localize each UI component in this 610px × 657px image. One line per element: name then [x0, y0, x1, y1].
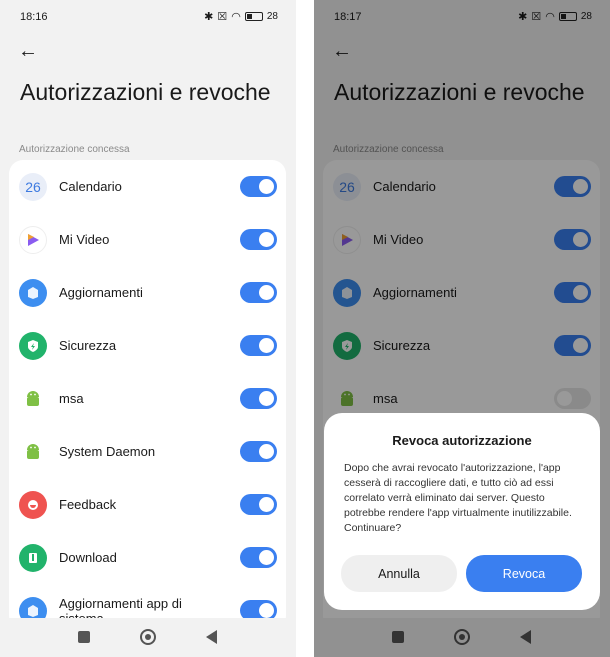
list-item-aggiornamenti[interactable]: Aggiornamenti	[9, 266, 286, 319]
permission-toggle[interactable]	[240, 388, 277, 409]
mi-video-icon	[19, 225, 47, 254]
battery-icon	[244, 12, 263, 21]
back-triangle-icon[interactable]	[206, 630, 217, 644]
list-item-mi-video[interactable]: Mi Video	[9, 213, 286, 266]
home-icon[interactable]	[140, 629, 156, 645]
android-icon	[19, 438, 47, 466]
list-item-download[interactable]: Download	[9, 531, 286, 584]
navigation-bar	[0, 618, 296, 657]
list-item-calendario[interactable]: 26 Calendario	[9, 160, 286, 213]
permission-toggle[interactable]	[240, 229, 277, 250]
permission-toggle[interactable]	[240, 547, 277, 568]
dialog-message: Dopo che avrai revocato l'autorizzazione…	[344, 462, 572, 534]
permission-toggle[interactable]	[240, 176, 277, 197]
permission-toggle[interactable]	[240, 441, 277, 462]
status-bar: 18:16 ✱ ☒ ◠ 28	[0, 8, 296, 28]
security-icon	[19, 331, 47, 360]
permission-toggle[interactable]	[240, 335, 277, 356]
status-icons: ✱ ☒ ◠ 28	[204, 10, 278, 23]
bluetooth-icon: ✱	[204, 11, 214, 23]
list-item-feedback[interactable]: Feedback	[9, 478, 286, 531]
screen-right: 18:17 ✱ ☒ ◠ 28 ← Autorizzazioni e revoch…	[314, 0, 610, 657]
revoke-button[interactable]: Revoca	[466, 555, 582, 592]
recents-icon[interactable]	[78, 631, 90, 643]
cancel-button[interactable]: Annulla	[341, 555, 457, 592]
wifi-icon: ◠	[231, 11, 241, 23]
permission-toggle[interactable]	[240, 494, 277, 515]
app-label: Aggiornamenti	[59, 285, 143, 300]
app-label: Download	[59, 550, 117, 565]
calendar-icon: 26	[19, 172, 47, 201]
feedback-icon	[19, 490, 47, 519]
dialog-title: Revoca autorizzazione	[392, 433, 532, 448]
permission-toggle[interactable]	[240, 282, 277, 303]
app-list: 26 Calendario Mi Video Aggiornamenti Sic…	[9, 160, 286, 630]
section-header: Autorizzazione concessa	[19, 144, 130, 155]
revoke-dialog: Revoca autorizzazione Dopo che avrai rev…	[324, 413, 600, 610]
status-time: 18:16	[20, 11, 48, 23]
updater-icon	[19, 278, 47, 307]
app-label: Mi Video	[59, 232, 110, 247]
android-icon	[19, 385, 47, 413]
screen-left: 18:16 ✱ ☒ ◠ 28 ← Autorizzazioni e revoch…	[0, 0, 296, 657]
list-item-system-daemon[interactable]: System Daemon	[9, 425, 286, 478]
battery-level: 28	[266, 11, 278, 22]
list-item-msa[interactable]: msa	[9, 372, 286, 425]
sim-off-icon: ☒	[217, 11, 228, 23]
app-label: Feedback	[59, 497, 117, 512]
list-item-sicurezza[interactable]: Sicurezza	[9, 319, 286, 372]
back-arrow-icon[interactable]: ←	[18, 40, 42, 62]
app-label: Calendario	[59, 179, 122, 194]
download-icon	[19, 543, 47, 572]
page-title: Autorizzazioni e revoche	[20, 79, 271, 105]
app-label: System Daemon	[59, 444, 156, 459]
app-label: msa	[59, 391, 84, 406]
app-label: Sicurezza	[59, 338, 117, 353]
